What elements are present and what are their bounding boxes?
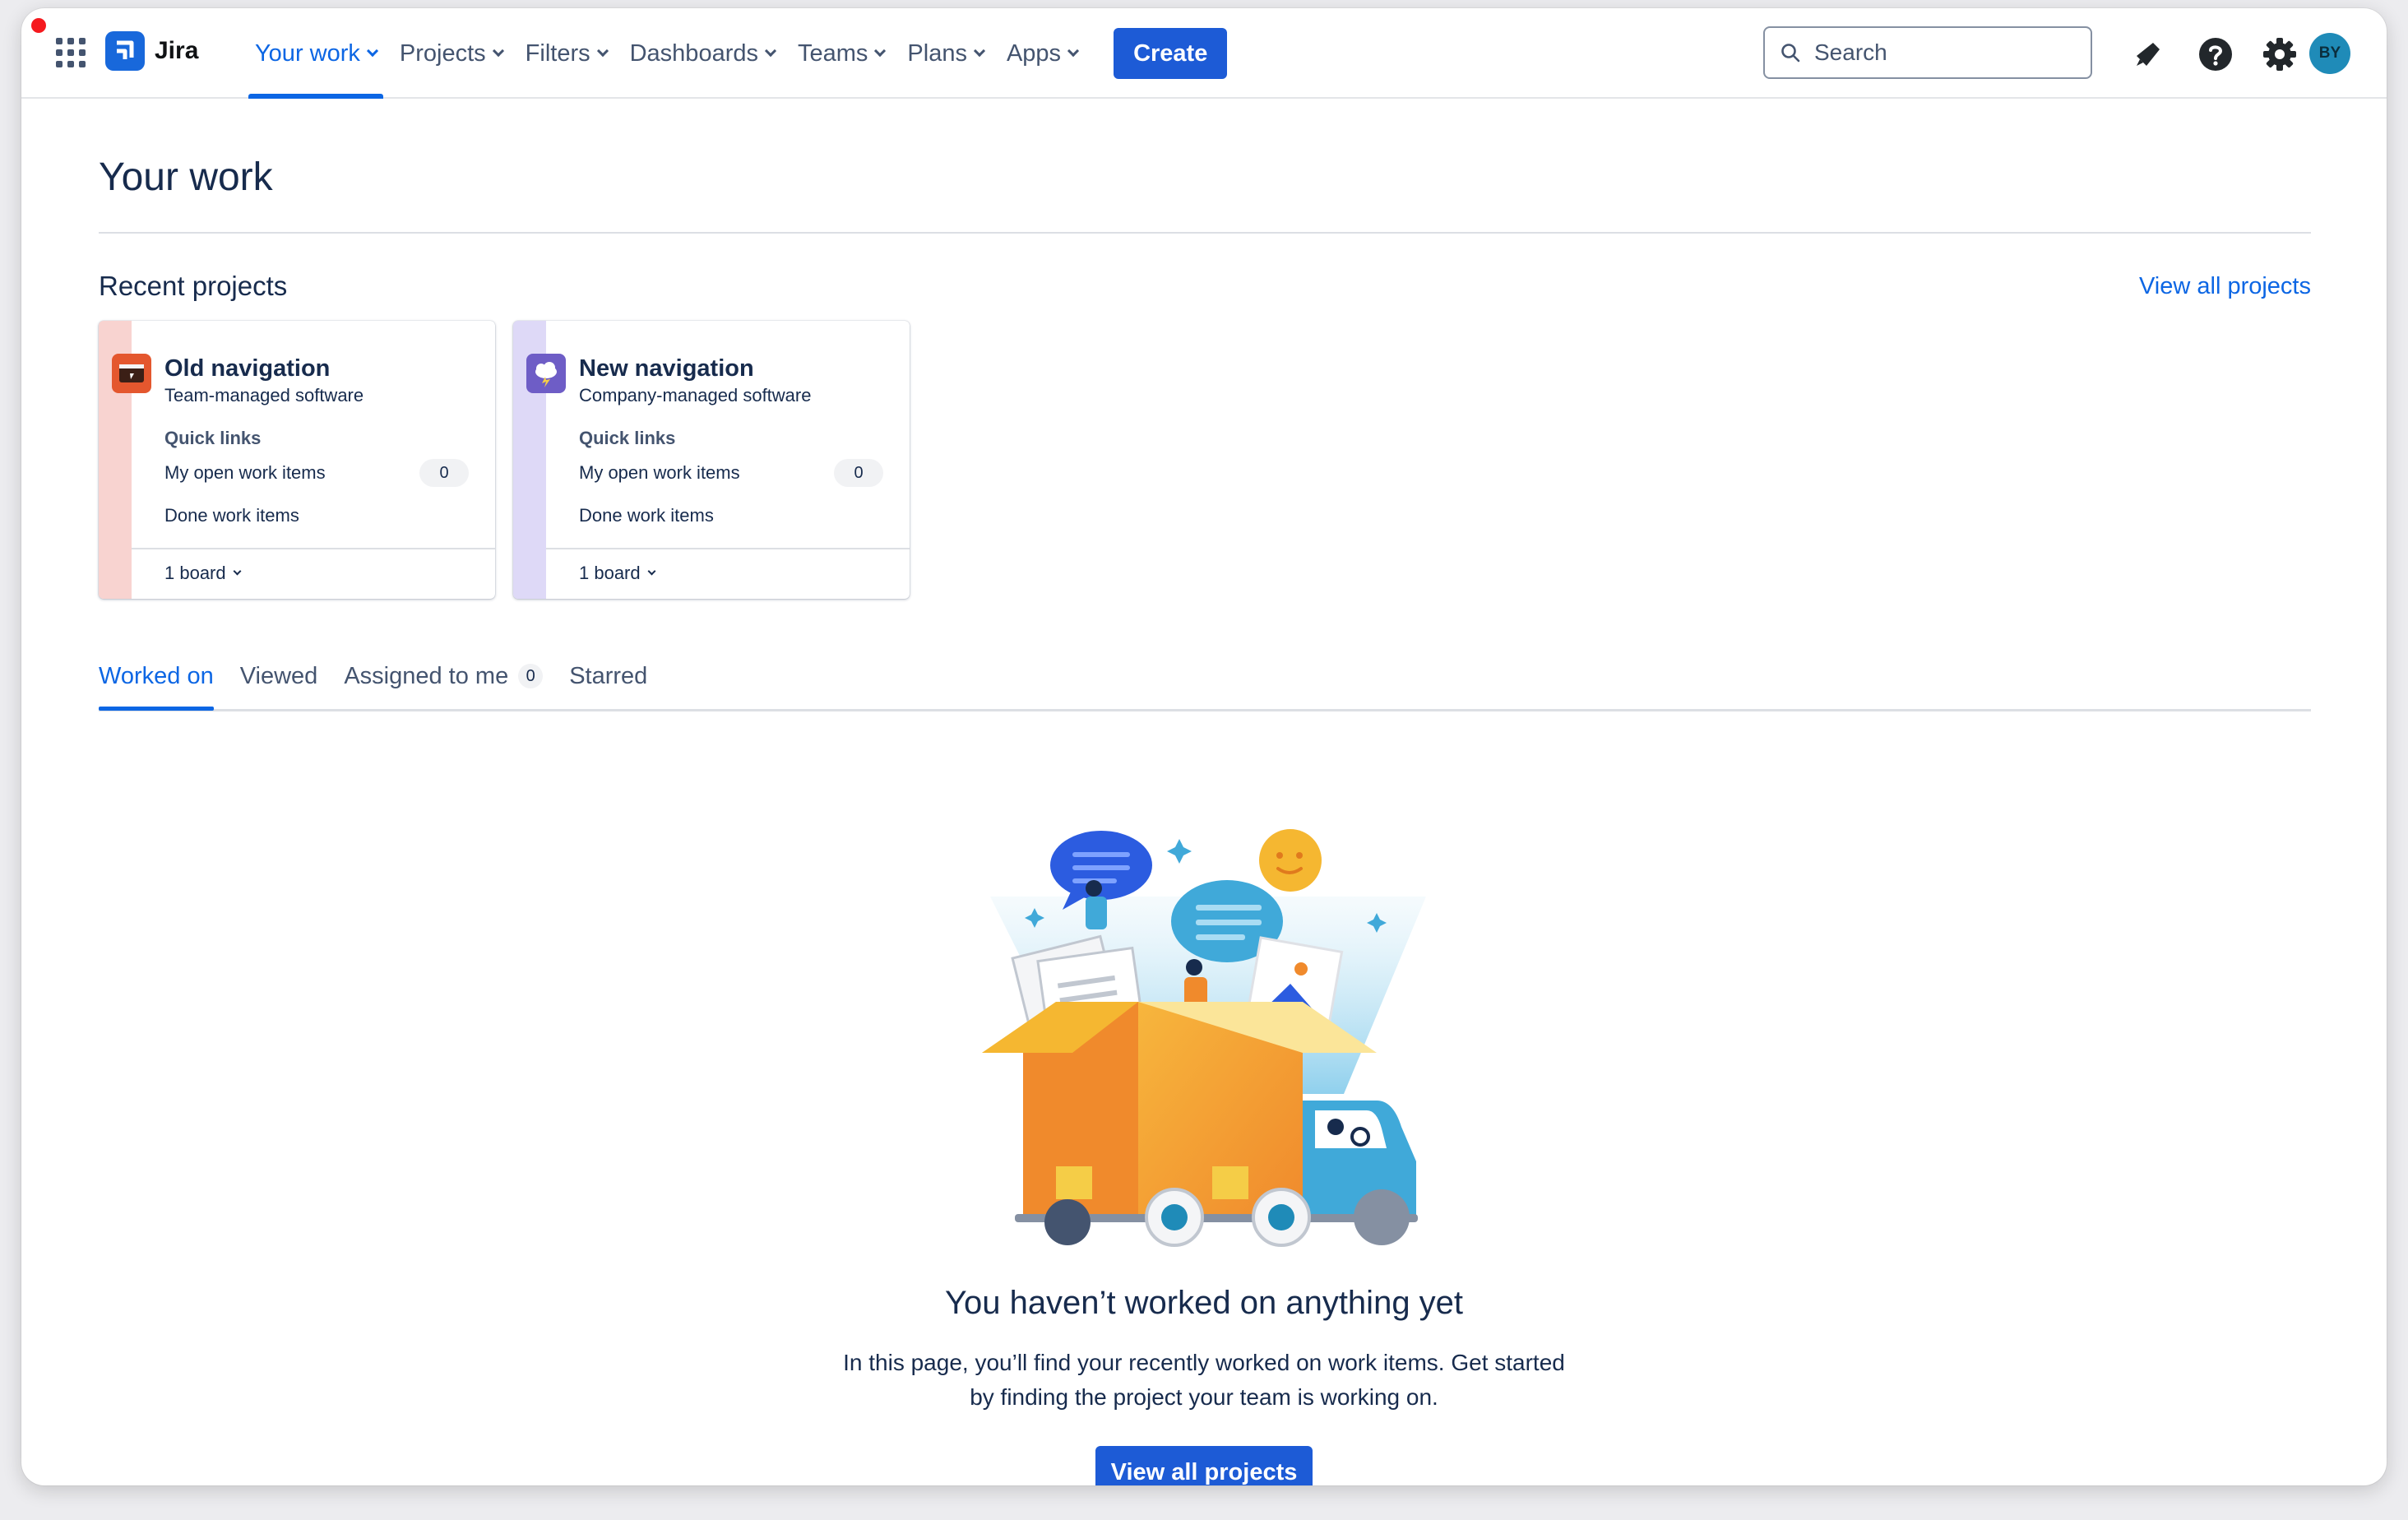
nav-label: Teams xyxy=(797,39,868,67)
project-avatar-icon xyxy=(112,354,151,393)
done-work-items-link[interactable]: Done work items xyxy=(164,503,299,528)
tab-viewed[interactable]: Viewed xyxy=(240,658,318,711)
project-name[interactable]: New navigation xyxy=(579,354,754,383)
nav-label: Plans xyxy=(907,39,967,67)
window-close-dot[interactable] xyxy=(31,18,46,33)
tab-starred[interactable]: Starred xyxy=(569,658,647,711)
assigned-count-badge: 0 xyxy=(518,664,544,688)
settings-gear-icon[interactable] xyxy=(2262,36,2298,72)
boards-dropdown[interactable]: 1 board xyxy=(579,561,656,586)
chevron-down-icon xyxy=(764,44,777,58)
project-name[interactable]: Old navigation xyxy=(164,354,330,383)
empty-state-line-2: by finding the project your team is work… xyxy=(970,1384,1438,1410)
boards-dropdown[interactable]: 1 board xyxy=(164,561,242,586)
tab-label: Viewed xyxy=(239,663,318,689)
divider xyxy=(99,232,2311,234)
my-open-work-items-link[interactable]: My open work items xyxy=(579,461,740,485)
card-divider xyxy=(546,548,910,549)
project-type: Team-managed software xyxy=(164,385,364,405)
open-items-count-badge: 0 xyxy=(834,459,883,487)
empty-state-description: In this page, you’ll find your recently … xyxy=(21,1346,2387,1415)
view-all-projects-button[interactable]: View all projects xyxy=(1095,1446,1313,1485)
nav-label: Your work xyxy=(255,39,360,67)
quick-links-label: Quick links xyxy=(164,428,262,448)
project-card-old-navigation[interactable]: Old navigation Team-managed software Qui… xyxy=(99,321,495,599)
jira-logo-icon[interactable] xyxy=(105,31,145,71)
tab-worked-on[interactable]: Worked on xyxy=(99,658,214,711)
nav-projects[interactable]: Projects xyxy=(388,8,514,99)
quick-links-label: Quick links xyxy=(579,428,676,448)
tab-assigned-to-me[interactable]: Assigned to me 0 xyxy=(344,658,544,711)
empty-state-title: You haven’t worked on anything yet xyxy=(944,1285,1464,1321)
nav-dashboards[interactable]: Dashboards xyxy=(618,8,786,99)
card-divider xyxy=(132,548,495,549)
app-name[interactable]: Jira xyxy=(155,35,198,67)
tab-label: Assigned to me xyxy=(344,663,509,689)
nav-label: Filters xyxy=(525,39,590,67)
chevron-down-icon xyxy=(596,44,609,58)
boards-label: 1 board xyxy=(579,563,641,583)
empty-state-illustration xyxy=(982,829,1426,1247)
done-work-items-link[interactable]: Done work items xyxy=(579,503,714,528)
tab-label: Starred xyxy=(569,663,648,689)
user-avatar[interactable]: BY xyxy=(2309,33,2350,74)
top-navigation: Jira Your work Projects Filters Dashboar… xyxy=(21,8,2387,99)
chevron-down-icon xyxy=(1067,44,1080,58)
my-open-work-items-link[interactable]: My open work items xyxy=(164,461,326,485)
nav-teams[interactable]: Teams xyxy=(786,8,896,99)
project-card-new-navigation[interactable]: New navigation Company-managed software … xyxy=(513,321,910,599)
chevron-down-icon xyxy=(233,567,242,576)
nav-your-work[interactable]: Your work xyxy=(243,8,388,99)
project-type: Company-managed software xyxy=(579,385,812,405)
app-window: Jira Your work Projects Filters Dashboar… xyxy=(21,8,2387,1485)
nav-plans[interactable]: Plans xyxy=(896,8,995,99)
notifications-megaphone-icon[interactable] xyxy=(2130,36,2166,72)
open-items-count-badge: 0 xyxy=(419,459,469,487)
empty-state-line-1: In this page, you’ll find your recently … xyxy=(843,1350,1565,1375)
search-input[interactable] xyxy=(1814,39,2077,66)
work-tabs: Worked on Viewed Assigned to me 0 Starred xyxy=(99,658,674,711)
recent-projects-title: Recent projects xyxy=(99,271,288,301)
page-title: Your work xyxy=(99,155,273,199)
tab-label: Worked on xyxy=(99,663,214,689)
project-avatar-icon xyxy=(526,354,566,393)
boards-label: 1 board xyxy=(164,563,226,583)
nav-label: Dashboards xyxy=(629,39,758,67)
nav-label: Apps xyxy=(1006,39,1062,67)
chevron-down-icon xyxy=(973,44,986,58)
primary-nav: Your work Projects Filters Dashboards Te… xyxy=(243,8,1228,99)
nav-filters[interactable]: Filters xyxy=(514,8,618,99)
create-button[interactable]: Create xyxy=(1114,28,1228,79)
chevron-down-icon xyxy=(874,44,887,58)
help-icon[interactable] xyxy=(2197,36,2234,72)
nav-label: Projects xyxy=(399,39,486,67)
app-switcher-grid-icon[interactable] xyxy=(56,38,86,67)
chevron-down-icon xyxy=(647,567,656,576)
nav-apps[interactable]: Apps xyxy=(995,8,1089,99)
chevron-down-icon xyxy=(366,44,378,58)
chevron-down-icon xyxy=(492,44,504,58)
view-all-projects-link[interactable]: View all projects xyxy=(2139,270,2311,303)
search-box[interactable] xyxy=(1763,26,2092,79)
search-icon xyxy=(1781,44,1800,63)
